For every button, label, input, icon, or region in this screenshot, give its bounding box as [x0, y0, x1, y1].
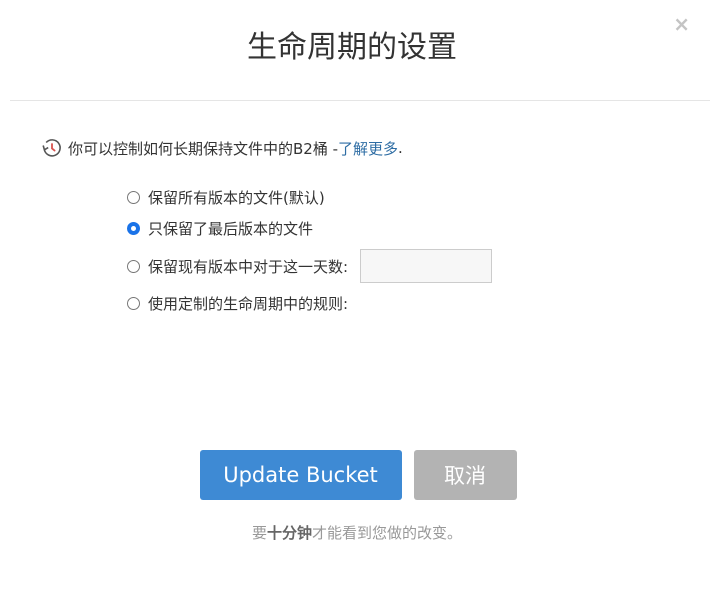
footer-prefix: 要 — [251, 524, 267, 542]
history-clock-icon — [40, 136, 64, 160]
option-label: 使用定制的生命周期中的规则: — [148, 294, 349, 313]
header-divider — [10, 100, 710, 101]
cancel-button[interactable]: 取消 — [413, 450, 517, 500]
option-label: 保留现有版本中对于这一天数: — [148, 257, 349, 276]
radio-keep-last-version[interactable] — [127, 221, 140, 235]
intro-text: 你可以控制如何长期保持文件中的B2桶 - 了解更多 . — [40, 136, 403, 160]
intro-suffix: . — [398, 139, 403, 157]
days-input[interactable] — [360, 249, 493, 283]
action-buttons: Update Bucket 取消 — [0, 450, 718, 500]
option-label: 只保留了最后版本的文件 — [148, 219, 314, 238]
footer-suffix: 才能看到您做的改变。 — [312, 524, 463, 542]
learn-more-link[interactable]: 了解更多 — [338, 138, 398, 159]
option-label: 保留所有版本的文件(默认) — [148, 188, 325, 207]
dialog-title: 生命周期的设置 — [247, 30, 457, 65]
radio-keep-for-days[interactable] — [127, 259, 140, 273]
lifecycle-settings-dialog: × 生命周期的设置 你可以控制如何长期保持文件中的B2桶 - 了解更多 . 保留… — [0, 0, 718, 591]
option-keep-last-version[interactable]: 只保留了最后版本的文件 — [127, 217, 492, 239]
radio-keep-all-versions[interactable] — [127, 190, 140, 204]
footer-note: 要十分钟才能看到您做的改变。 — [0, 522, 714, 543]
update-bucket-button[interactable]: Update Bucket — [199, 450, 402, 500]
option-keep-all-versions[interactable]: 保留所有版本的文件(默认) — [127, 186, 492, 208]
footer-emphasis: 十分钟 — [266, 524, 312, 542]
intro-label: 你可以控制如何长期保持文件中的B2桶 - — [68, 139, 339, 158]
option-custom-rules[interactable]: 使用定制的生命周期中的规则: — [127, 292, 492, 314]
radio-custom-rules[interactable] — [127, 296, 140, 310]
option-keep-for-days[interactable]: 保留现有版本中对于这一天数: — [127, 248, 493, 284]
retention-options: 保留所有版本的文件(默认) 只保留了最后版本的文件 保留现有版本中对于这一天数:… — [127, 186, 493, 323]
